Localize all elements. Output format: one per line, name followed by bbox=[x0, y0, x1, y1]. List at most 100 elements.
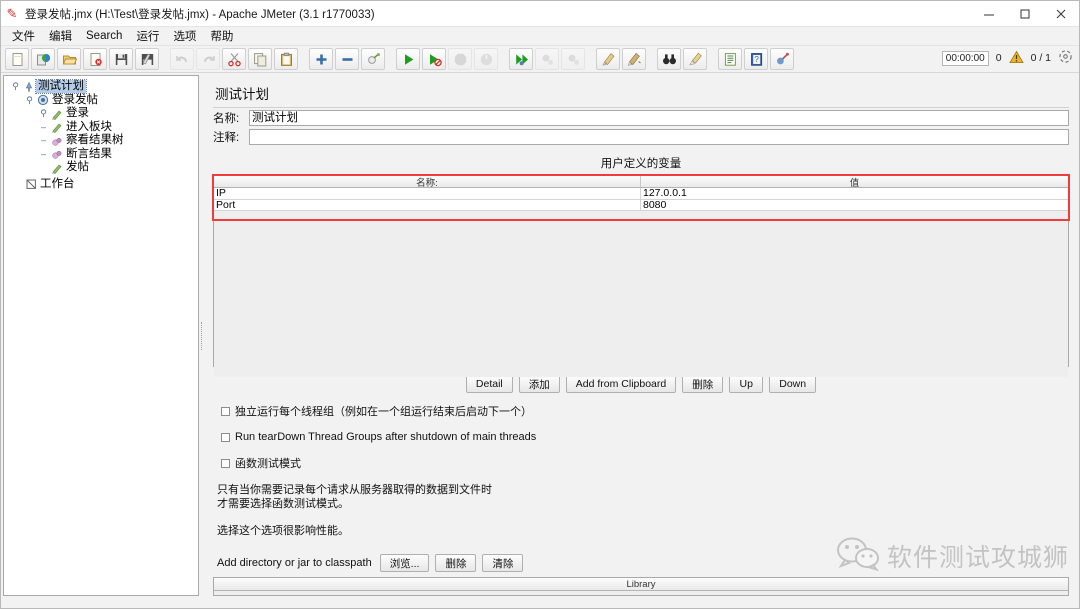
delete-button[interactable]: 删除 bbox=[682, 375, 724, 394]
menu-search[interactable]: Search bbox=[79, 29, 129, 43]
close-icon[interactable] bbox=[1043, 1, 1079, 27]
save-as-icon[interactable] bbox=[135, 48, 159, 70]
tree-expand-handle-icon[interactable]: ⚲ bbox=[38, 109, 49, 118]
clear-all-icon[interactable] bbox=[622, 48, 646, 70]
table-row[interactable]: IP 127.0.0.1 bbox=[214, 188, 1068, 200]
tree-expand-handle-icon[interactable]: ⚲ bbox=[10, 82, 21, 91]
tree-node-post-request[interactable]: 发帖 bbox=[10, 161, 198, 175]
warning-triangle-icon[interactable] bbox=[1008, 50, 1024, 67]
cell-value[interactable]: 127.0.0.1 bbox=[641, 188, 1068, 199]
tree-node-test-plan[interactable]: ⚲ 测试计划 bbox=[10, 79, 198, 95]
status-bar bbox=[1, 598, 1079, 608]
checkbox-box[interactable] bbox=[221, 458, 230, 468]
tree-expand-handle-icon[interactable]: ⚲ bbox=[24, 95, 35, 105]
title-bar: ✎ 登录发帖.jmx (H:\Test\登录发帖.jmx) - Apache J… bbox=[1, 1, 1079, 27]
add-button[interactable]: 添加 bbox=[518, 375, 560, 394]
toggle-node-icon[interactable] bbox=[361, 48, 385, 70]
tree-node-view-results-tree[interactable]: – 察看结果树 bbox=[10, 134, 198, 148]
menu-options[interactable]: 选项 bbox=[166, 27, 203, 45]
tree-node-label: 断言结果 bbox=[66, 147, 112, 160]
column-header-value[interactable]: 值 bbox=[641, 176, 1068, 189]
help-book-icon[interactable]: ? bbox=[744, 48, 768, 70]
detail-button[interactable]: Detail bbox=[465, 375, 513, 394]
comment-input[interactable] bbox=[249, 129, 1069, 146]
search-reset-brush-icon[interactable] bbox=[683, 48, 707, 70]
classpath-clear-button[interactable]: 清除 bbox=[482, 554, 524, 573]
help-line-1: 只有当你需要记录每个请求从服务器取得的数据到文件时 bbox=[217, 484, 492, 497]
menu-run[interactable]: 运行 bbox=[129, 27, 166, 45]
checkbox-run-thread-groups-consecutively[interactable]: 独立运行每个线程组（例如在一个组运行结束后启动下一个） bbox=[221, 403, 1069, 419]
save-icon[interactable] bbox=[109, 48, 133, 70]
library-column-header[interactable]: Library bbox=[214, 578, 1068, 592]
paste-clipboard-icon[interactable] bbox=[274, 48, 298, 70]
test-plan-tree: ⚲ 测试计划 ⚲ 登录发帖 ⚲ 登录 – 进入板块 – 察看结果树 – 断言结果… bbox=[4, 76, 198, 191]
classpath-label: Add directory or jar to classpath bbox=[217, 557, 372, 570]
classpath-row: Add directory or jar to classpath 浏览... … bbox=[217, 554, 1069, 573]
up-button[interactable]: Up bbox=[729, 375, 764, 394]
tree-node-login-request[interactable]: ⚲ 登录 bbox=[10, 107, 198, 121]
new-file-icon[interactable] bbox=[5, 48, 29, 70]
expand-all-plus-icon[interactable] bbox=[309, 48, 333, 70]
name-field-row: 名称: 测试计划 bbox=[213, 110, 1069, 127]
cut-scissors-icon[interactable] bbox=[222, 48, 246, 70]
library-table[interactable]: Library bbox=[213, 577, 1069, 596]
tree-node-workbench[interactable]: 工作台 bbox=[10, 178, 198, 192]
checkbox-functional-test-mode[interactable]: 函数测试模式 bbox=[221, 455, 1069, 471]
checkbox-box[interactable] bbox=[221, 432, 230, 442]
start-play-icon[interactable] bbox=[396, 48, 420, 70]
user-defined-variables-table[interactable]: 名称: 值 IP 127.0.0.1 Port 8080 bbox=[212, 174, 1070, 378]
tree-node-thread-group[interactable]: ⚲ 登录发帖 bbox=[10, 94, 198, 108]
cell-name[interactable]: IP bbox=[214, 188, 641, 199]
tree-node-label: 测试计划 bbox=[35, 79, 87, 95]
tree-node-label: 工作台 bbox=[40, 177, 75, 190]
ssl-manager-icon[interactable] bbox=[770, 48, 794, 70]
function-helper-icon[interactable] bbox=[718, 48, 742, 70]
menu-help[interactable]: 帮助 bbox=[203, 27, 240, 45]
collapse-all-minus-icon[interactable] bbox=[335, 48, 359, 70]
remote-stop-all-icon bbox=[535, 48, 559, 70]
table-row[interactable]: Port 8080 bbox=[214, 199, 1068, 212]
start-no-pauses-icon[interactable] bbox=[422, 48, 446, 70]
name-input[interactable]: 测试计划 bbox=[249, 110, 1069, 127]
tree-leaf-handle-icon: – bbox=[40, 135, 46, 146]
maximize-icon[interactable] bbox=[1007, 1, 1043, 27]
cell-value[interactable]: 8080 bbox=[641, 200, 1068, 211]
column-header-name[interactable]: 名称: bbox=[214, 176, 641, 189]
elapsed-time: 00:00:00 bbox=[941, 50, 989, 66]
browse-button[interactable]: 浏览... bbox=[379, 554, 430, 573]
tree-node-label: 进入板块 bbox=[66, 120, 112, 133]
remote-start-all-icon[interactable] bbox=[509, 48, 533, 70]
menu-edit[interactable]: 编辑 bbox=[42, 27, 79, 45]
view-results-tree-icon bbox=[49, 135, 64, 147]
tree-node-assertion-results[interactable]: – 断言结果 bbox=[10, 148, 198, 162]
tree-node-label: 察看结果树 bbox=[66, 134, 124, 147]
checkbox-box[interactable] bbox=[221, 406, 230, 416]
checkbox-run-teardown-thread-groups[interactable]: Run tearDown Thread Groups after shutdow… bbox=[221, 431, 1069, 443]
name-label: 名称: bbox=[213, 113, 240, 126]
close-test-plan-icon[interactable] bbox=[83, 48, 107, 70]
minimize-icon[interactable] bbox=[971, 1, 1007, 27]
search-binoculars-icon[interactable] bbox=[657, 48, 681, 70]
templates-icon[interactable] bbox=[31, 48, 55, 70]
copy-icon[interactable] bbox=[248, 48, 272, 70]
classpath-delete-button[interactable]: 删除 bbox=[435, 554, 477, 573]
http-request-icon bbox=[49, 121, 64, 134]
main-split: ⚲ 测试计划 ⚲ 登录发帖 ⚲ 登录 – 进入板块 – 察看结果树 – 断言结果… bbox=[1, 73, 1079, 598]
window-controls bbox=[971, 1, 1079, 27]
test-plan-editor-pane: 测试计划 名称: 测试计划 注释: 用户定义的变量 名称: 值 IP 127.0… bbox=[205, 75, 1077, 596]
tree-node-enter-board[interactable]: – 进入板块 bbox=[10, 121, 198, 135]
comment-label: 注释: bbox=[213, 132, 240, 145]
down-button[interactable]: Down bbox=[769, 375, 817, 394]
tree-leaf-handle-icon: – bbox=[40, 148, 46, 159]
undo-icon bbox=[170, 48, 194, 70]
test-plan-icon bbox=[21, 81, 36, 93]
checkbox-label: Run tearDown Thread Groups after shutdow… bbox=[235, 431, 537, 444]
open-folder-icon[interactable] bbox=[57, 48, 81, 70]
add-from-clipboard-button[interactable]: Add from Clipboard bbox=[565, 375, 677, 394]
clear-icon[interactable] bbox=[596, 48, 620, 70]
workbench-icon bbox=[23, 178, 38, 190]
functional-mode-help: 只有当你需要记录每个请求从服务器取得的数据到文件时 才需要选择函数测试模式。 选… bbox=[217, 483, 1069, 538]
cell-name[interactable]: Port bbox=[214, 199, 641, 211]
menu-file[interactable]: 文件 bbox=[5, 27, 42, 45]
toolbar: ? 00:00:00 0 0 / 1 bbox=[1, 46, 1079, 73]
